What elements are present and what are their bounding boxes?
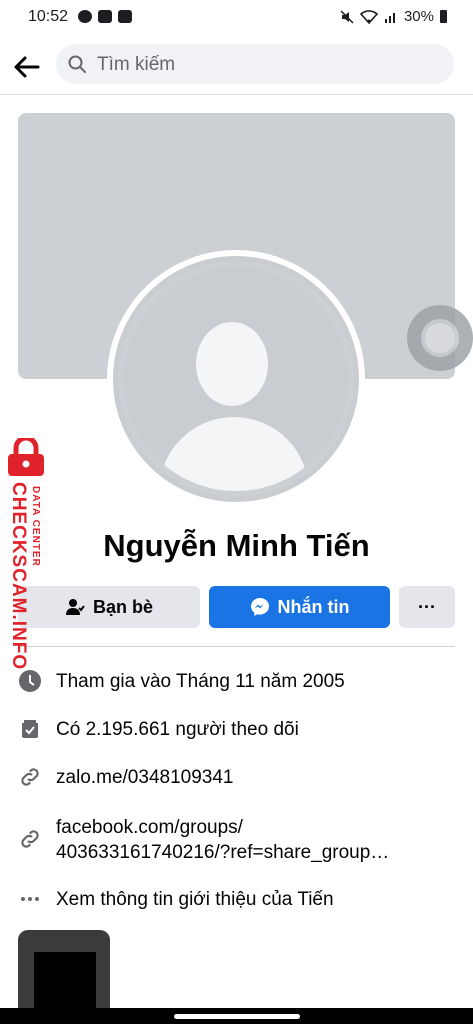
link-icon bbox=[21, 830, 39, 848]
info-joined: Tham gia vào Tháng 11 năm 2005 bbox=[18, 669, 455, 694]
followers-icon bbox=[22, 720, 38, 738]
messenger-notification-icon bbox=[78, 10, 92, 23]
profile-avatar[interactable] bbox=[113, 256, 359, 502]
home-indicator[interactable] bbox=[174, 1014, 300, 1019]
facebook-link-line2: 403633161740216/?ref=share_group… bbox=[56, 842, 390, 863]
facebook-link-line1: facebook.com/groups/ bbox=[56, 817, 243, 838]
status-right: 30% bbox=[340, 8, 447, 25]
messenger-icon bbox=[250, 598, 269, 616]
divider bbox=[18, 646, 455, 647]
system-nav-bar bbox=[0, 1008, 473, 1024]
info-about[interactable]: Xem thông tin giới thiệu của Tiến bbox=[18, 887, 455, 912]
notification-icons bbox=[78, 10, 132, 23]
wifi-icon bbox=[359, 9, 378, 24]
link-icon bbox=[21, 768, 39, 786]
more-options-button[interactable]: ··· bbox=[399, 586, 455, 628]
friends-button-label: Bạn bè bbox=[92, 596, 153, 617]
back-arrow-icon[interactable] bbox=[12, 52, 42, 82]
avatar-head bbox=[196, 322, 268, 406]
youtube-notification-icon bbox=[118, 10, 132, 23]
gallery-notification-icon bbox=[98, 10, 112, 23]
followers-text: Có 2.195.661 người theo dõi bbox=[56, 719, 299, 740]
about-text: Xem thông tin giới thiệu của Tiến bbox=[56, 889, 334, 910]
status-bar: 10:52 30% bbox=[0, 0, 473, 36]
message-button[interactable]: Nhắn tin bbox=[209, 586, 390, 628]
profile-name: Nguyễn Minh Tiến bbox=[103, 528, 370, 563]
message-button-label: Nhắn tin bbox=[277, 596, 350, 617]
zalo-link-text: zalo.me/0348109341 bbox=[56, 767, 234, 788]
signal-icon bbox=[384, 12, 395, 23]
info-followers[interactable]: Có 2.195.661 người theo dõi bbox=[18, 717, 455, 742]
search-bar[interactable]: Tìm kiếm bbox=[56, 44, 454, 84]
top-bar: Tìm kiếm bbox=[0, 38, 473, 95]
facebook-link-text: facebook.com/groups/ 403633161740216/?re… bbox=[56, 815, 389, 865]
battery-icon bbox=[440, 10, 447, 23]
watermark-brand: CHECKSCAM.INFO bbox=[8, 482, 29, 671]
avatar-body bbox=[159, 417, 309, 491]
search-placeholder: Tìm kiếm bbox=[97, 54, 176, 75]
more-dots-icon: ··· bbox=[418, 596, 436, 617]
search-icon bbox=[68, 55, 86, 73]
default-avatar-silhouette bbox=[124, 267, 348, 491]
clock-icon bbox=[19, 670, 41, 692]
info-link-zalo[interactable]: zalo.me/0348109341 bbox=[18, 765, 455, 790]
friend-person-icon bbox=[65, 599, 85, 615]
watermark-sub: DATA CENTER bbox=[30, 486, 41, 567]
joined-text: Tham gia vào Tháng 11 năm 2005 bbox=[56, 671, 345, 692]
battery-percent: 30% bbox=[403, 8, 434, 25]
mute-icon bbox=[340, 9, 354, 24]
info-link-facebook[interactable]: facebook.com/groups/ 403633161740216/?re… bbox=[18, 815, 455, 865]
watermark: CHECKSCAM.INFO DATA CENTER bbox=[2, 438, 52, 671]
status-time: 10:52 bbox=[28, 8, 69, 25]
assistive-touch-button[interactable] bbox=[407, 305, 473, 371]
lock-icon bbox=[8, 438, 44, 476]
ellipsis-icon bbox=[21, 897, 39, 901]
